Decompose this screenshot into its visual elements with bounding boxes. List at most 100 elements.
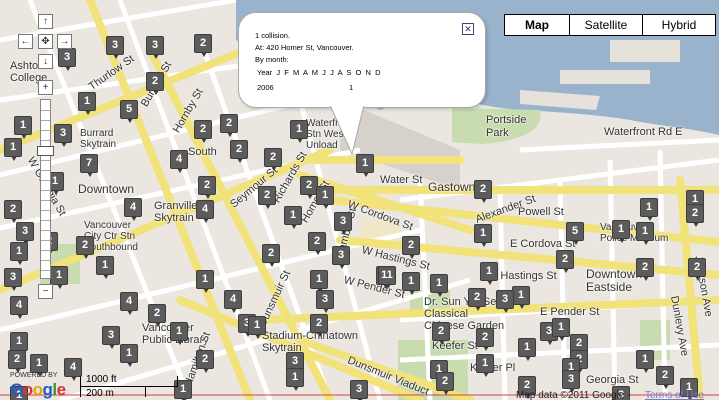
collision-marker[interactable]: 1 [552, 318, 570, 341]
collision-marker[interactable]: 1 [14, 116, 32, 139]
collision-marker[interactable]: 3 [316, 290, 334, 313]
collision-marker[interactable]: 2 [4, 200, 22, 223]
collision-marker[interactable]: 2 [194, 120, 212, 143]
collision-marker[interactable]: 3 [4, 268, 22, 291]
collision-marker[interactable]: 2 [194, 34, 212, 57]
pan-center-button[interactable]: ✥ [38, 34, 53, 49]
map-canvas[interactable]: Burrard St Hornby St W Georgia St Seymou… [0, 0, 719, 400]
collision-marker[interactable]: 4 [196, 200, 214, 223]
collision-marker[interactable]: 7 [80, 154, 98, 177]
zoom-out-button[interactable]: − [38, 284, 53, 299]
collision-marker[interactable]: 2 [148, 304, 166, 327]
collision-marker[interactable]: 1 [612, 220, 630, 243]
collision-marker[interactable]: 3 [334, 212, 352, 235]
collision-marker[interactable]: 2 [258, 186, 276, 209]
collision-marker[interactable]: 2 [220, 114, 238, 137]
collision-marker[interactable]: 4 [224, 290, 242, 313]
zoom-in-button[interactable]: + [38, 80, 53, 95]
collision-marker[interactable]: 1 [640, 198, 658, 221]
info-row-year: 2006 [257, 83, 274, 92]
map-type-map-button[interactable]: Map [505, 15, 569, 35]
collision-marker[interactable]: 2 [688, 258, 706, 281]
collision-marker[interactable]: 3 [146, 36, 164, 59]
collision-marker[interactable]: 2 [432, 322, 450, 345]
collision-marker[interactable]: 1 [310, 270, 328, 293]
collision-marker[interactable]: 3 [562, 370, 580, 393]
collision-marker[interactable]: 1 [50, 266, 68, 289]
collision-marker[interactable]: 2 [686, 204, 704, 227]
close-icon[interactable]: ✕ [462, 23, 474, 35]
collision-marker[interactable]: 3 [58, 48, 76, 71]
collision-marker[interactable]: 1 [518, 338, 536, 361]
zoom-slider-track[interactable] [40, 99, 51, 279]
collision-marker[interactable]: 2 [556, 250, 574, 273]
collision-marker[interactable]: 1 [430, 274, 448, 297]
pan-right-button[interactable]: → [57, 34, 72, 49]
collision-marker[interactable]: 2 [402, 236, 420, 259]
info-count: 1 collision. [255, 31, 291, 40]
collision-marker[interactable]: 2 [436, 372, 454, 395]
collision-marker[interactable]: 2 [636, 258, 654, 281]
pan-down-button[interactable]: ↓ [38, 54, 53, 69]
collision-marker[interactable]: 2 [476, 328, 494, 351]
collision-marker[interactable]: 1 [78, 92, 96, 115]
collision-marker[interactable]: 2 [8, 350, 26, 373]
collision-marker[interactable]: 2 [264, 148, 282, 171]
collision-marker[interactable]: 2 [468, 288, 486, 311]
collision-marker[interactable]: 1 [4, 138, 22, 161]
collision-marker[interactable]: 2 [262, 244, 280, 267]
collision-marker[interactable]: 5 [120, 100, 138, 123]
collision-marker[interactable]: 2 [230, 140, 248, 163]
collision-marker[interactable]: 2 [76, 236, 94, 259]
collision-marker[interactable]: 1 [480, 262, 498, 285]
collision-marker[interactable]: 4 [170, 150, 188, 173]
collision-marker[interactable]: 2 [198, 176, 216, 199]
info-by-month: By month: [255, 55, 289, 64]
pan-left-button[interactable]: ← [18, 34, 33, 49]
collision-marker[interactable]: 1 [512, 286, 530, 309]
collision-marker[interactable]: 1 [286, 368, 304, 391]
collision-marker[interactable]: 3 [16, 222, 34, 245]
collision-marker[interactable]: 3 [102, 326, 120, 349]
zoom-slider-thumb[interactable] [37, 146, 54, 156]
collision-marker[interactable]: 11 [378, 266, 396, 289]
collision-marker[interactable]: 2 [196, 350, 214, 373]
collision-marker[interactable]: 2 [656, 366, 674, 389]
collision-marker[interactable]: 3 [332, 246, 350, 269]
map-type-hybrid-button[interactable]: Hybrid [642, 15, 715, 35]
collision-marker[interactable]: 1 [30, 354, 48, 377]
collision-marker[interactable]: 1 [10, 332, 28, 355]
collision-marker[interactable]: 1 [248, 316, 266, 339]
collision-marker[interactable]: 3 [496, 290, 514, 313]
collision-marker[interactable]: 4 [124, 198, 142, 221]
collision-marker[interactable]: 2 [308, 232, 326, 255]
collision-marker[interactable]: 1 [402, 272, 420, 295]
collision-marker[interactable]: 1 [476, 354, 494, 377]
collision-marker[interactable]: 1 [316, 186, 334, 209]
collision-marker[interactable]: 4 [10, 296, 28, 319]
collision-marker[interactable]: 5 [566, 222, 584, 245]
collision-marker[interactable]: 1 [170, 322, 188, 345]
collision-marker[interactable]: 4 [120, 292, 138, 315]
collision-marker[interactable]: 3 [54, 124, 72, 147]
terms-link[interactable]: Terms of Use [645, 390, 704, 400]
collision-marker[interactable]: 3 [350, 380, 368, 400]
collision-marker[interactable]: 1 [10, 242, 28, 265]
collision-marker[interactable]: 4 [64, 358, 82, 381]
collision-marker[interactable]: 3 [106, 36, 124, 59]
collision-marker[interactable]: 1 [636, 222, 654, 245]
collision-marker[interactable]: 2 [146, 72, 164, 95]
collision-marker[interactable]: 1 [196, 270, 214, 293]
map-type-satellite-button[interactable]: Satellite [569, 15, 642, 35]
collision-marker[interactable]: 2 [474, 180, 492, 203]
collision-marker[interactable]: 2 [310, 314, 328, 337]
pan-up-button[interactable]: ↑ [38, 14, 53, 29]
info-window: 1 collision. At: 420 Homer St, Vancouver… [238, 12, 486, 108]
collision-marker[interactable]: 1 [284, 206, 302, 229]
map-copyright: Map data ©2011 Google - [516, 390, 631, 400]
collision-marker[interactable]: 1 [636, 350, 654, 373]
collision-marker[interactable]: 1 [474, 224, 492, 247]
collision-marker[interactable]: 1 [120, 344, 138, 367]
collision-marker[interactable]: 1 [96, 256, 114, 279]
google-logo[interactable]: Google [10, 380, 66, 400]
